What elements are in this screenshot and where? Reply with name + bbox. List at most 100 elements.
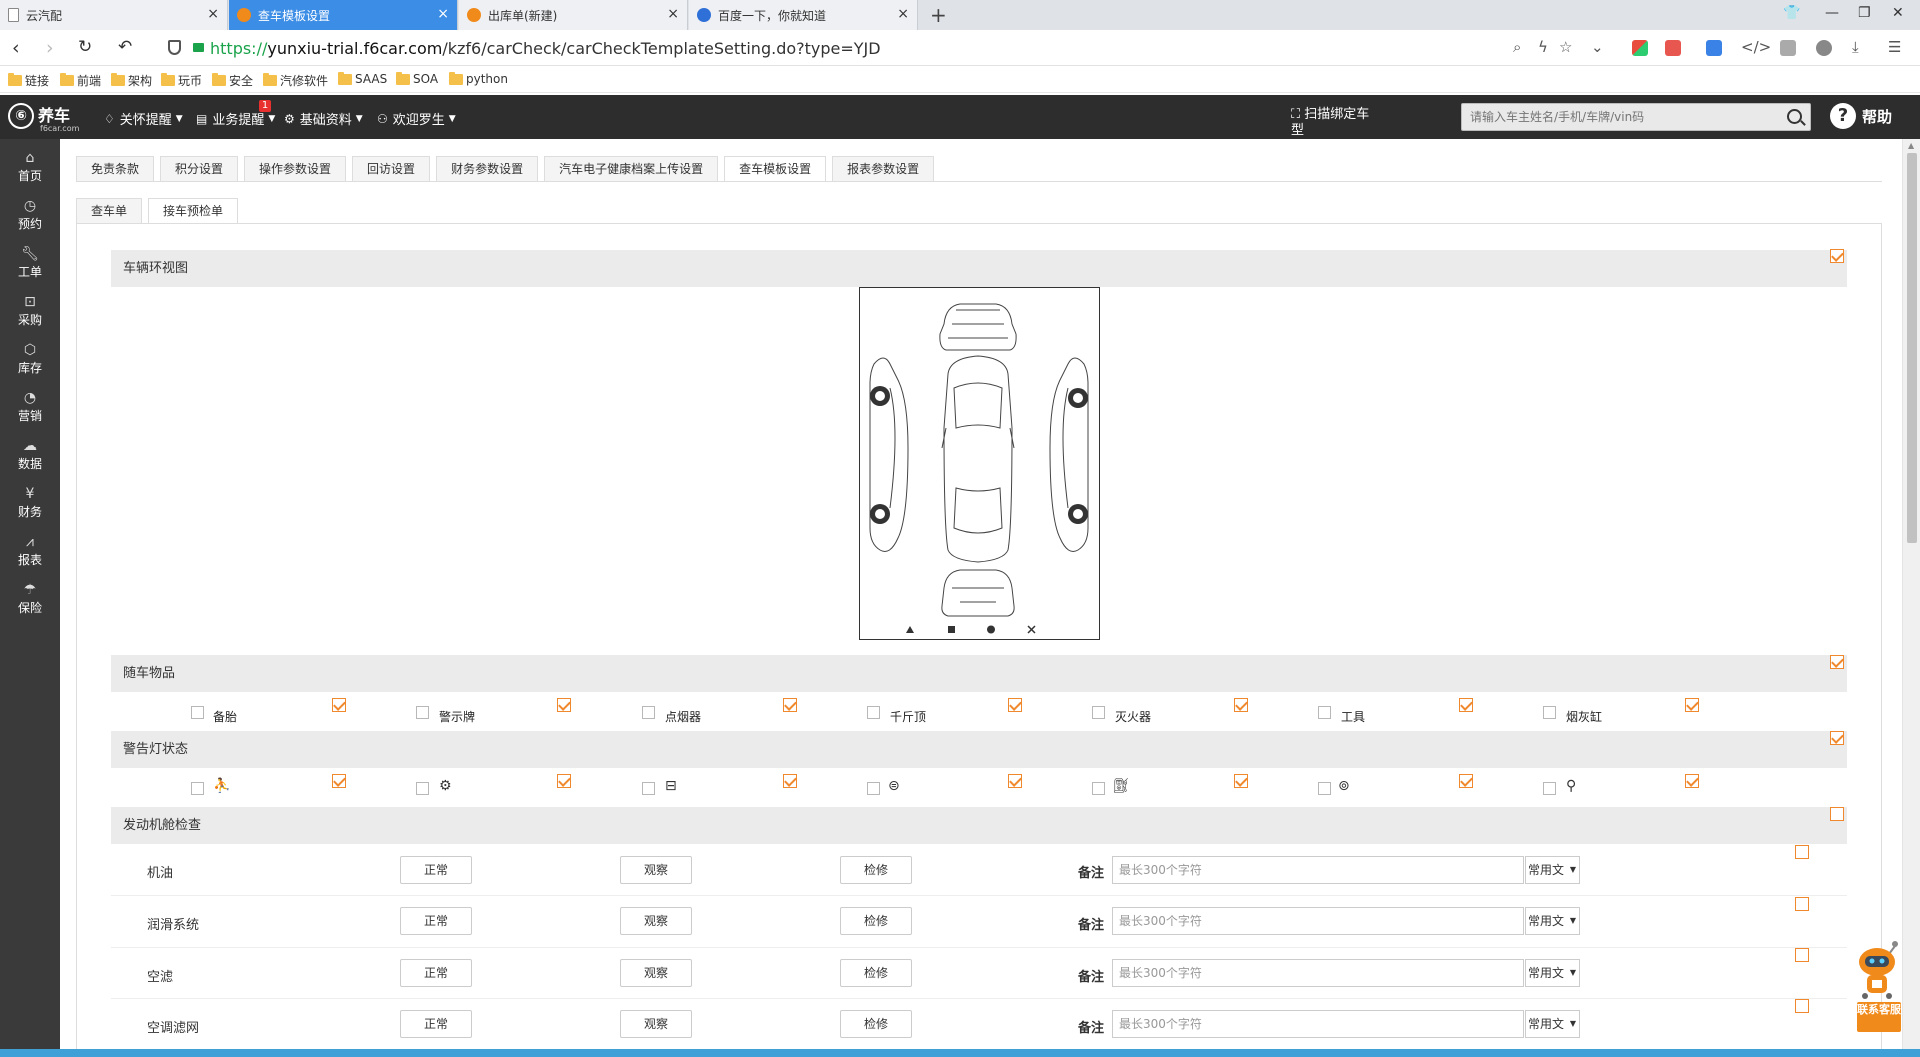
belonging-enable-checkbox[interactable] bbox=[783, 698, 797, 712]
close-icon[interactable]: × bbox=[207, 6, 219, 22]
tab-health-archive[interactable]: 汽车电子健康档案上传设置 bbox=[544, 156, 719, 182]
close-icon[interactable]: × bbox=[437, 6, 449, 22]
normal-button[interactable]: 正常 bbox=[400, 1010, 472, 1038]
chevron-down-icon[interactable]: ⌄ bbox=[1591, 38, 1604, 56]
sidebar-item-finance[interactable]: ¥ 财务 bbox=[0, 485, 60, 520]
lightning-icon[interactable]: ϟ bbox=[1538, 38, 1548, 56]
close-icon[interactable]: × bbox=[897, 6, 909, 22]
browser-tab[interactable]: 百度一下，你就知道 × bbox=[689, 0, 918, 30]
tab-report-params[interactable]: 报表参数设置 bbox=[832, 156, 935, 182]
bookmark-folder[interactable]: 架构 bbox=[111, 72, 152, 89]
restore-icon[interactable]: ❐ bbox=[1858, 5, 1871, 21]
tab-followup[interactable]: 回访设置 bbox=[352, 156, 431, 182]
common-phrase-select[interactable]: 常用文 ▼ bbox=[1525, 856, 1580, 884]
belonging-enable-checkbox[interactable] bbox=[557, 698, 571, 712]
menu-icon[interactable]: ☰ bbox=[1888, 38, 1901, 56]
header-search[interactable] bbox=[1461, 103, 1811, 131]
close-window-icon[interactable]: ✕ bbox=[1892, 5, 1904, 21]
section-enable-checkbox[interactable] bbox=[1830, 807, 1844, 821]
scroll-up-icon[interactable]: ▲ bbox=[1908, 141, 1914, 150]
zoom-icon[interactable]: ⌕ bbox=[1513, 38, 1521, 56]
contact-service-label[interactable]: 联系客服 bbox=[1857, 1002, 1901, 1032]
warning-checkbox[interactable] bbox=[1092, 782, 1105, 795]
repair-button[interactable]: 检修 bbox=[840, 856, 912, 884]
back-icon[interactable]: ‹ bbox=[12, 37, 20, 59]
bookmark-folder[interactable]: python bbox=[449, 71, 508, 86]
sidebar-item-purchase[interactable]: ⊡ 采购 bbox=[0, 293, 60, 328]
bookmark-folder[interactable]: SAAS bbox=[338, 71, 387, 86]
belonging-enable-checkbox[interactable] bbox=[1685, 698, 1699, 712]
new-tab-button[interactable]: + bbox=[930, 3, 947, 27]
warning-enable-checkbox[interactable] bbox=[1459, 774, 1473, 788]
tab-check-template[interactable]: 查车模板设置 bbox=[724, 156, 827, 182]
remark-input[interactable]: 最长300个字符 bbox=[1112, 959, 1524, 987]
belonging-enable-checkbox[interactable] bbox=[1008, 698, 1022, 712]
menu-basic-data[interactable]: ⚙ 基础资料 ▼ bbox=[284, 109, 363, 129]
close-icon[interactable]: × bbox=[667, 6, 679, 22]
browser-tab[interactable]: 出库单(新建) × bbox=[459, 0, 688, 30]
page-scrollbar[interactable]: ▲ bbox=[1902, 139, 1920, 1057]
remark-input[interactable]: 最长300个字符 bbox=[1112, 856, 1524, 884]
row-enable-checkbox[interactable] bbox=[1795, 948, 1809, 962]
download-icon[interactable]: ⤓ bbox=[1852, 38, 1859, 56]
warning-checkbox[interactable] bbox=[416, 782, 429, 795]
common-phrase-select[interactable]: 常用文 ▼ bbox=[1525, 907, 1580, 935]
menu-user[interactable]: ⚇ 欢迎罗生 ▼ bbox=[377, 109, 456, 129]
warning-checkbox[interactable] bbox=[867, 782, 880, 795]
normal-button[interactable]: 正常 bbox=[400, 856, 472, 884]
customer-service-widget[interactable]: 联系客服 bbox=[1855, 940, 1903, 1034]
sidebar-item-appointment[interactable]: ◷ 预约 bbox=[0, 197, 60, 232]
repair-button[interactable]: 检修 bbox=[840, 959, 912, 987]
belonging-enable-checkbox[interactable] bbox=[332, 698, 346, 712]
star-icon[interactable]: ☆ bbox=[1559, 38, 1572, 56]
extension-icon[interactable] bbox=[1780, 40, 1796, 56]
tab-precheck-sheet[interactable]: 接车预检单 bbox=[148, 198, 239, 224]
belonging-checkbox[interactable] bbox=[1092, 706, 1105, 719]
row-enable-checkbox[interactable] bbox=[1795, 897, 1809, 911]
repair-button[interactable]: 检修 bbox=[840, 907, 912, 935]
remark-input[interactable]: 最长300个字符 bbox=[1112, 1010, 1524, 1038]
belonging-checkbox[interactable] bbox=[1318, 706, 1331, 719]
warning-enable-checkbox[interactable] bbox=[1685, 774, 1699, 788]
belonging-enable-checkbox[interactable] bbox=[1234, 698, 1248, 712]
warning-enable-checkbox[interactable] bbox=[1234, 774, 1248, 788]
menu-care-reminder[interactable]: ♢ 关怀提醒 ▼ bbox=[104, 109, 183, 129]
warning-enable-checkbox[interactable] bbox=[557, 774, 571, 788]
scan-bind-button[interactable]: ⛶ 扫描绑定车型 bbox=[1291, 107, 1371, 139]
belonging-enable-checkbox[interactable] bbox=[1459, 698, 1473, 712]
observe-button[interactable]: 观察 bbox=[620, 907, 692, 935]
warning-checkbox[interactable] bbox=[1318, 782, 1331, 795]
normal-button[interactable]: 正常 bbox=[400, 959, 472, 987]
bookmark-folder[interactable]: SOA bbox=[396, 71, 438, 86]
scroll-thumb[interactable] bbox=[1907, 153, 1917, 543]
extension-icon[interactable] bbox=[1632, 40, 1648, 56]
sidebar-item-workorder[interactable]: 🔧︎ 工单 bbox=[0, 245, 60, 280]
warning-checkbox[interactable] bbox=[191, 782, 204, 795]
extension-icon[interactable] bbox=[1665, 40, 1681, 56]
search-input[interactable] bbox=[1462, 104, 1772, 130]
sidebar-item-home[interactable]: ⌂ 首页 bbox=[0, 149, 60, 184]
tab-finance-params[interactable]: 财务参数设置 bbox=[436, 156, 539, 182]
belonging-checkbox[interactable] bbox=[191, 706, 204, 719]
warning-enable-checkbox[interactable] bbox=[1008, 774, 1022, 788]
observe-button[interactable]: 观察 bbox=[620, 856, 692, 884]
tab-disclaimer[interactable]: 免责条款 bbox=[76, 156, 155, 182]
url-field[interactable]: https://yunxiu-trial.f6car.com/kzf6/carC… bbox=[210, 39, 881, 58]
observe-button[interactable]: 观察 bbox=[620, 1010, 692, 1038]
row-enable-checkbox[interactable] bbox=[1795, 999, 1809, 1013]
normal-button[interactable]: 正常 bbox=[400, 907, 472, 935]
section-enable-checkbox[interactable] bbox=[1830, 655, 1844, 669]
undo-icon[interactable]: ↶ bbox=[118, 37, 132, 57]
belonging-checkbox[interactable] bbox=[416, 706, 429, 719]
bookmark-folder[interactable]: 前端 bbox=[60, 72, 101, 89]
tab-check-sheet[interactable]: 查车单 bbox=[76, 198, 143, 224]
shirt-icon[interactable]: 👕 bbox=[1783, 5, 1800, 21]
sidebar-item-report[interactable]: ⩘ 报表 bbox=[0, 533, 60, 568]
extension-icon[interactable] bbox=[1816, 40, 1832, 56]
tab-operation-params[interactable]: 操作参数设置 bbox=[244, 156, 347, 182]
reload-icon[interactable]: ↻ bbox=[78, 37, 92, 57]
minimize-icon[interactable]: — bbox=[1825, 5, 1839, 21]
common-phrase-select[interactable]: 常用文 ▼ bbox=[1525, 959, 1580, 987]
sidebar-item-insurance[interactable]: ☂ 保险 bbox=[0, 581, 60, 616]
code-icon[interactable]: </> bbox=[1741, 38, 1771, 56]
